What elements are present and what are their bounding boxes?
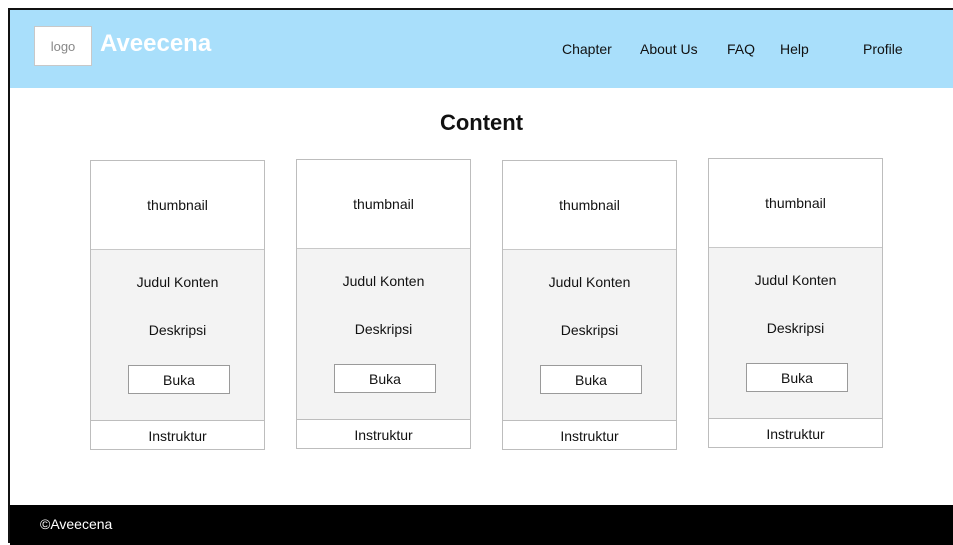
card-instructor: Instruktur [560, 427, 619, 444]
card-body: Judul Konten Deskripsi Buka [91, 250, 264, 421]
content-card: thumbnail Judul Konten Deskripsi Buka In… [90, 160, 265, 450]
page-frame: logo Aveecena Chapter About Us FAQ Help … [8, 8, 953, 545]
copyright-text: ©Aveecena [40, 516, 113, 532]
card-description: Deskripsi [560, 322, 619, 338]
card-body: Judul Konten Deskripsi Buka [297, 249, 470, 420]
content-card: thumbnail Judul Konten Deskripsi Buka In… [502, 160, 677, 450]
card-title: Judul Konten [754, 272, 837, 288]
card-title: Judul Konten [342, 273, 425, 289]
card-description: Deskripsi [766, 320, 825, 336]
open-button[interactable]: Buka [746, 363, 848, 392]
nav-help[interactable]: Help [780, 41, 809, 57]
nav-about-us[interactable]: About Us [640, 41, 698, 57]
content-card: thumbnail Judul Konten Deskripsi Buka In… [296, 159, 471, 449]
nav-profile[interactable]: Profile [863, 41, 903, 57]
card-description: Deskripsi [148, 322, 207, 338]
open-button[interactable]: Buka [540, 365, 642, 394]
card-body: Judul Konten Deskripsi Buka [709, 248, 882, 419]
content-card: thumbnail Judul Konten Deskripsi Buka In… [708, 158, 883, 448]
card-title: Judul Konten [548, 274, 631, 290]
open-button[interactable]: Buka [334, 364, 436, 393]
card-thumbnail[interactable]: thumbnail [91, 161, 264, 250]
card-instructor: Instruktur [354, 426, 413, 443]
open-button[interactable]: Buka [128, 365, 230, 394]
nav-faq[interactable]: FAQ [727, 41, 755, 57]
card-thumbnail[interactable]: thumbnail [709, 159, 882, 248]
logo[interactable]: logo [34, 26, 92, 66]
header-bar: logo Aveecena Chapter About Us FAQ Help … [10, 10, 953, 88]
page-title: Content [439, 110, 524, 135]
nav-chapter[interactable]: Chapter [562, 41, 612, 57]
card-instructor: Instruktur [148, 427, 207, 444]
card-thumbnail[interactable]: thumbnail [503, 161, 676, 250]
card-description: Deskripsi [354, 321, 413, 337]
card-instructor: Instruktur [766, 425, 825, 442]
card-title: Judul Konten [136, 274, 219, 290]
card-thumbnail[interactable]: thumbnail [297, 160, 470, 249]
footer-bar: ©Aveecena [10, 505, 953, 545]
card-body: Judul Konten Deskripsi Buka [503, 250, 676, 421]
brand-name[interactable]: Aveecena [100, 30, 211, 58]
